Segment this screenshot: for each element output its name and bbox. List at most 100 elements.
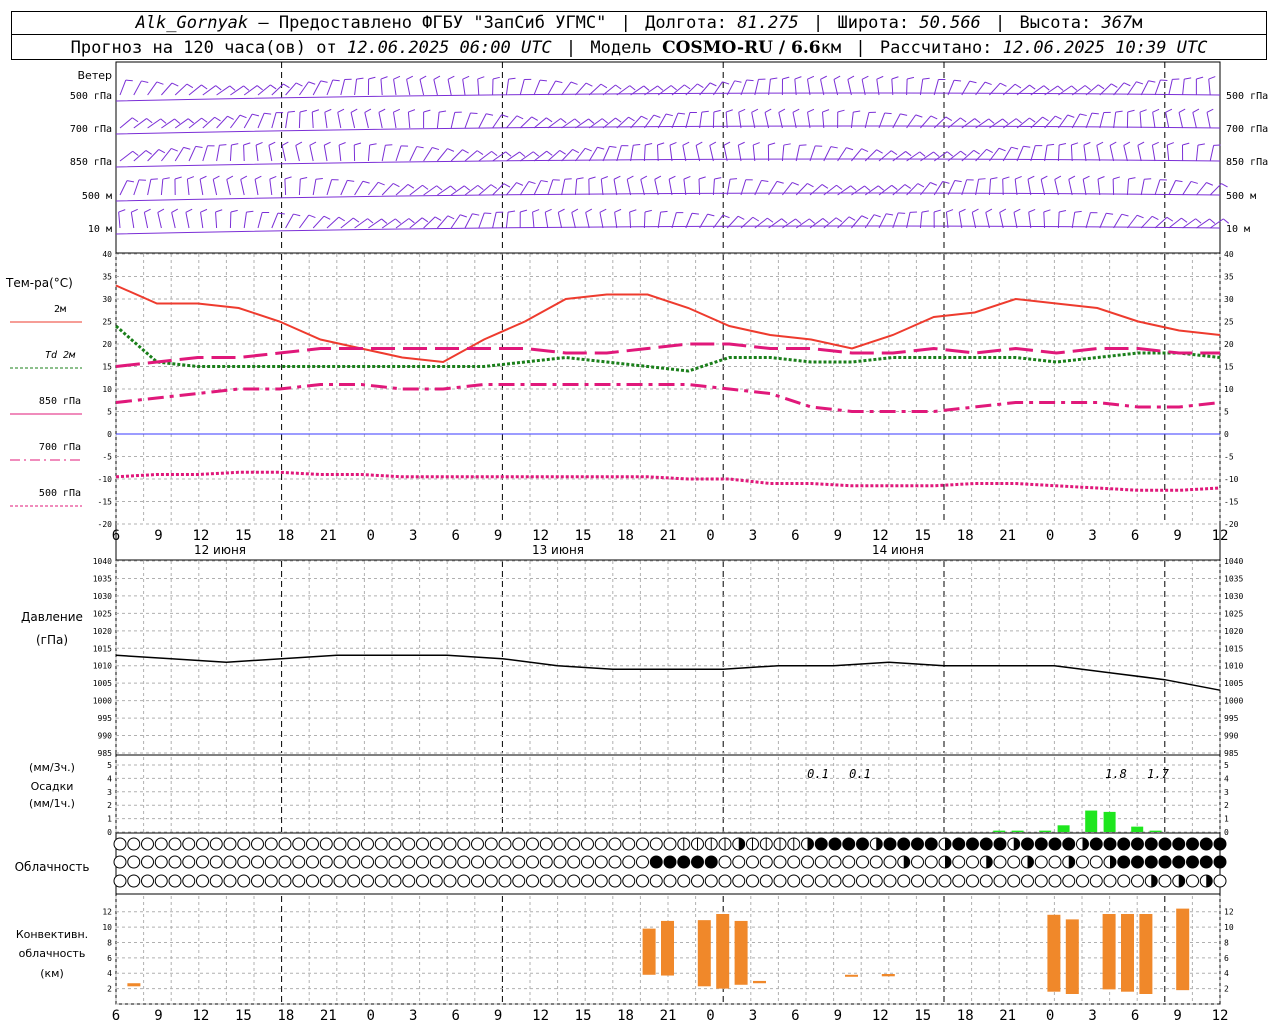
x-tick-label-bottom: 9 xyxy=(834,1008,842,1024)
wind-barb-feather xyxy=(308,81,316,85)
wind-barb-feather xyxy=(876,149,883,154)
wind-barb-staff xyxy=(1195,145,1199,162)
wind-barb-feather xyxy=(406,75,414,80)
y-tick-label-right: 40 xyxy=(1224,250,1234,259)
wind-barb-staff xyxy=(1027,179,1032,196)
wind-barb-feather xyxy=(978,178,986,180)
conv-cloud-bar xyxy=(642,928,656,975)
wind-barb-feather xyxy=(324,108,332,113)
wind-barb-feather xyxy=(332,79,340,82)
wind-barb-staff xyxy=(1099,83,1112,96)
x-tick-label-bottom: 9 xyxy=(154,1008,162,1024)
cloud-symbol xyxy=(1034,874,1048,888)
conv-cloud-bar xyxy=(734,920,748,985)
wind-barb-feather xyxy=(157,208,165,213)
wind-barb-staff xyxy=(433,79,438,96)
cloud-symbol xyxy=(828,874,842,888)
wind-barb-staff xyxy=(450,214,461,229)
wind-barb-feather xyxy=(231,143,239,146)
wind-barb-feather xyxy=(837,109,845,113)
wind-barb-staff xyxy=(298,214,310,229)
wind-barb-staff xyxy=(202,145,209,162)
precip-unit-3h: (мм/3ч.) xyxy=(29,761,75,774)
conv-cloud-bar xyxy=(1102,914,1116,990)
cloud-symbol xyxy=(814,874,828,888)
wind-barb-feather xyxy=(645,143,653,146)
wind-barb-feather xyxy=(215,209,223,213)
x-tick-label: 18 xyxy=(957,528,974,544)
cloud-symbol xyxy=(691,874,704,888)
cloud-symbol xyxy=(113,855,127,869)
wind-barb-staff xyxy=(423,216,436,229)
wind-barb-feather xyxy=(701,110,709,113)
wind-barb-feather xyxy=(783,143,791,146)
x-tick-label: 6 xyxy=(451,528,459,544)
wind-barb-feather xyxy=(915,114,923,118)
wind-barb-feather xyxy=(1071,142,1079,146)
wind-barb-staff xyxy=(709,145,714,162)
wind-barb-feather xyxy=(200,208,208,213)
cloud-symbol xyxy=(883,874,897,888)
wind-barb-feather xyxy=(751,108,759,113)
y-tick-label-left: 0 xyxy=(107,828,112,837)
wind-barb-feather xyxy=(972,208,979,213)
wind-barb-staff xyxy=(368,182,379,196)
wind-barb-feather xyxy=(954,179,962,183)
wind-barb-staff xyxy=(478,184,492,196)
cloud-symbol xyxy=(567,874,581,888)
wind-barb-feather xyxy=(171,82,179,87)
x-tick-label: 15 xyxy=(235,528,252,544)
wind-barb-feather xyxy=(338,216,345,222)
wind-barb-feather xyxy=(1042,116,1049,122)
cloud-symbol xyxy=(113,837,127,851)
wind-barb-staff xyxy=(1165,112,1170,129)
x-tick-label-bottom: 12 xyxy=(532,1008,549,1024)
wind-barb-feather xyxy=(821,184,829,189)
wind-barb-feather xyxy=(1002,118,1009,124)
wind-barb-feather xyxy=(669,141,677,146)
cloud-symbol xyxy=(856,874,869,888)
wind-barb-staff xyxy=(519,181,530,196)
wind-barb-feather xyxy=(653,114,661,118)
cloud-symbol xyxy=(773,874,787,888)
wind-barb-feather xyxy=(295,82,303,87)
cloud-symbol xyxy=(608,874,622,888)
wind-barb-staff xyxy=(571,212,576,229)
x-tick-label: 21 xyxy=(660,528,677,544)
y-tick-label-left: 25 xyxy=(102,318,112,327)
wind-barb-feather xyxy=(954,79,962,82)
wind-barb-feather xyxy=(946,151,953,157)
wind-barb-feather xyxy=(1190,180,1198,184)
wind-barb-feather xyxy=(820,75,827,80)
cloud-symbol xyxy=(966,874,979,888)
wind-barb-feather xyxy=(640,175,648,180)
x-tick-label-bottom: 18 xyxy=(957,1008,974,1024)
cloud-symbol xyxy=(1131,874,1144,888)
wind-barb-staff xyxy=(257,212,263,229)
x-tick-label-bottom: 6 xyxy=(1131,1008,1139,1024)
temp-legend-label: 500 гПа xyxy=(39,488,81,499)
wind-barb-feather xyxy=(709,82,717,87)
wind-barb-feather xyxy=(531,116,539,121)
cloud-symbol xyxy=(182,874,196,888)
wind-barb-feather xyxy=(891,76,899,80)
wind-barb-staff xyxy=(1096,145,1101,162)
wind-barb-feather xyxy=(1040,175,1048,180)
cloud-symbol-fill xyxy=(897,838,910,850)
y-tick-label-left: 6 xyxy=(107,954,112,963)
conv-cloud-bar xyxy=(845,974,858,977)
cloud-symbol xyxy=(292,874,306,888)
y-tick-label-right: 4 xyxy=(1224,969,1229,978)
y-tick-label-left: 1030 xyxy=(93,592,112,601)
cloud-symbol xyxy=(663,837,677,851)
cloud-symbol xyxy=(759,874,773,888)
x-tick-label: 9 xyxy=(834,528,842,544)
wind-barb-feather xyxy=(633,144,641,146)
cloud-symbol xyxy=(209,855,223,869)
cloud-symbol-fill xyxy=(1172,856,1185,868)
wind-barb-feather xyxy=(1206,182,1214,186)
wind-barb-feather xyxy=(835,217,843,223)
wind-barb-feather xyxy=(162,177,170,180)
y-tick-label-left: 1015 xyxy=(93,644,112,653)
wind-barb-staff xyxy=(269,179,273,196)
